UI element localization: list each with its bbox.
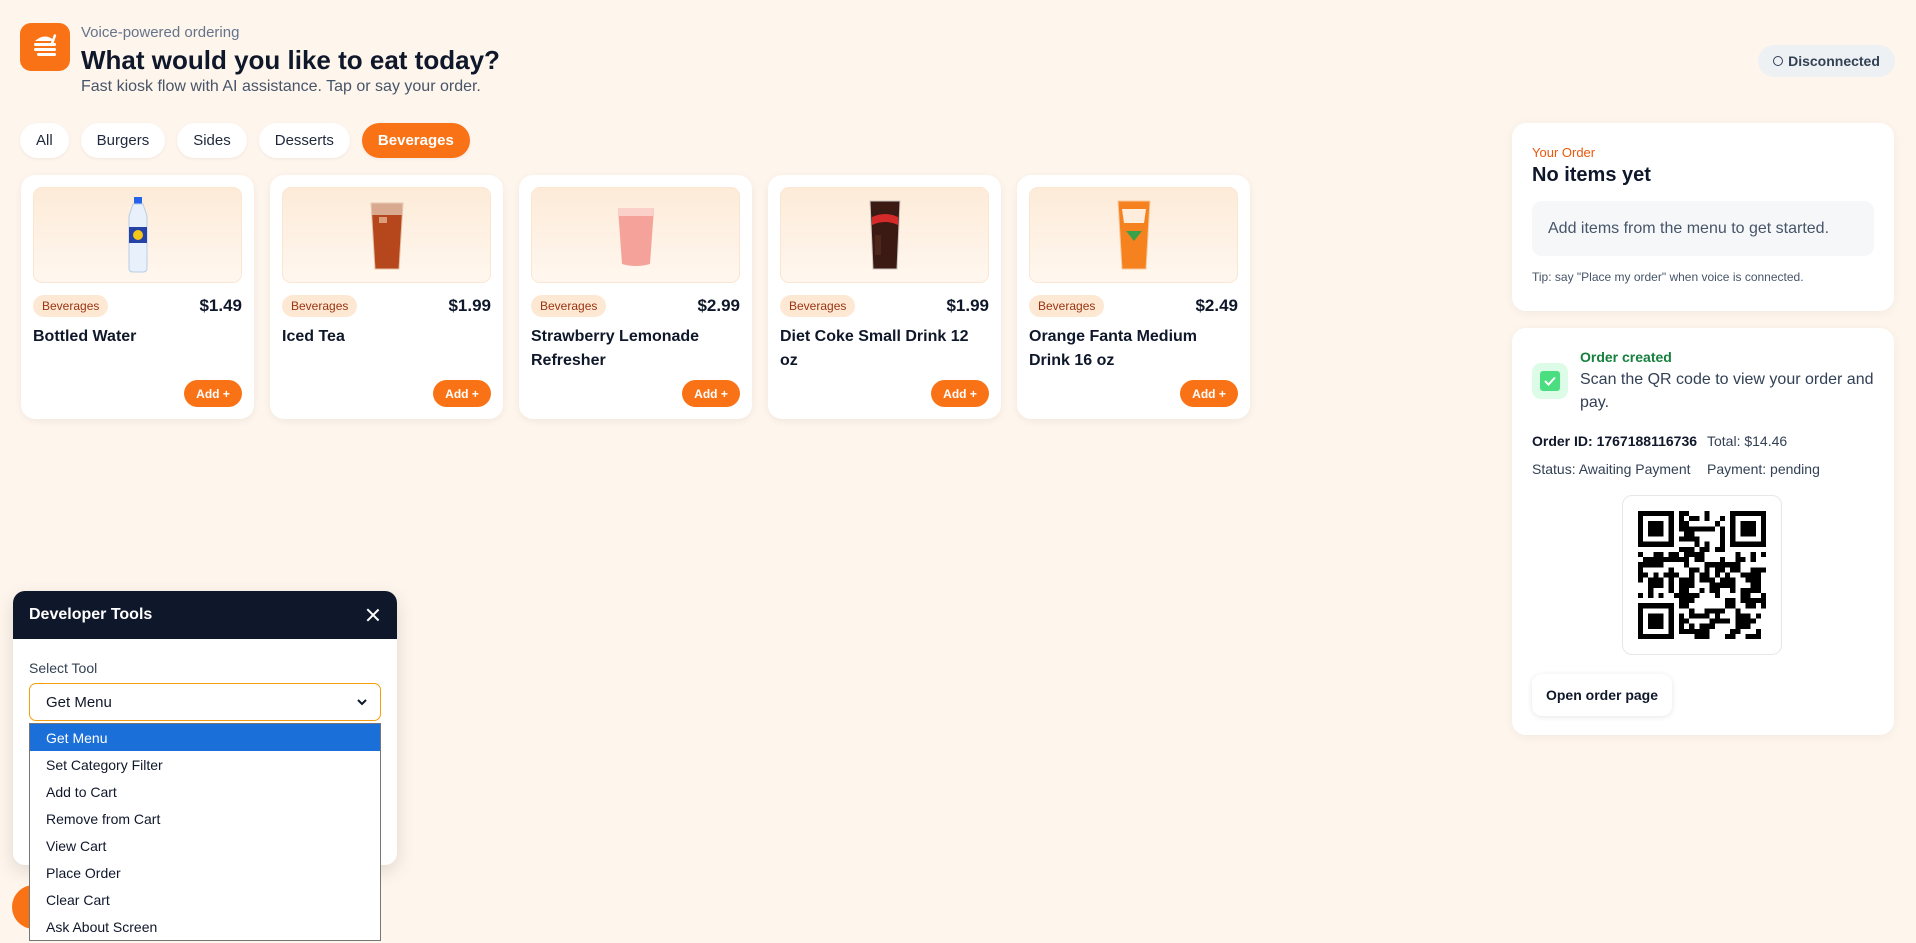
- lemonade-cup-icon: [617, 208, 654, 266]
- menu-item-card[interactable]: Beverages $2.49 Orange Fanta Medium Drin…: [1017, 175, 1250, 419]
- tool-options-list: Get Menu Set Category Filter Add to Cart…: [29, 723, 381, 941]
- chevron-down-icon: [357, 699, 367, 706]
- tool-option[interactable]: View Cart: [30, 832, 380, 859]
- menu-item-card[interactable]: Beverages $1.99 Iced Tea Add +: [270, 175, 503, 419]
- page-description: Fast kiosk flow with AI assistance. Tap …: [81, 78, 481, 95]
- order-id: Order ID: 1767188116736: [1532, 433, 1697, 449]
- category-badge: Beverages: [282, 295, 358, 317]
- menu-item-card[interactable]: Beverages $1.49 Bottled Water Add +: [21, 175, 254, 419]
- category-badge: Beverages: [33, 295, 109, 317]
- developer-tools-header: Developer Tools: [13, 591, 397, 639]
- developer-tools-title: Developer Tools: [29, 606, 153, 623]
- developer-tools-panel: Developer Tools Select Tool Get Menu Get…: [13, 591, 397, 941]
- order-id-value: 1767188116736: [1596, 433, 1698, 449]
- category-tab-burgers[interactable]: Burgers: [80, 123, 166, 158]
- close-icon[interactable]: [365, 607, 381, 623]
- add-to-cart-button[interactable]: Add +: [433, 380, 491, 407]
- payment-status: Payment: pending: [1707, 461, 1820, 477]
- iced-tea-glass-icon: [369, 202, 404, 270]
- order-total-value: $14.46: [1744, 433, 1788, 449]
- order-id-label: Order ID:: [1532, 433, 1593, 449]
- category-tab-desserts[interactable]: Desserts: [258, 123, 350, 158]
- menu-item-card[interactable]: Beverages $2.99 Strawberry Lemonade Refr…: [519, 175, 752, 419]
- item-name: Diet Coke Small Drink 12 oz: [780, 328, 969, 369]
- add-to-cart-button[interactable]: Add +: [184, 380, 242, 407]
- connection-status-badge[interactable]: Disconnected: [1758, 45, 1895, 77]
- payment-status-value: pending: [1770, 461, 1820, 477]
- add-to-cart-button[interactable]: Add +: [1180, 380, 1238, 407]
- category-tab-beverages[interactable]: Beverages: [361, 123, 470, 158]
- item-name: Iced Tea: [282, 328, 345, 345]
- qr-code-icon: [1638, 511, 1766, 639]
- order-kicker: Your Order: [1532, 145, 1596, 160]
- menu-item-card[interactable]: Beverages $1.99 Diet Coke Small Drink 12…: [768, 175, 1001, 419]
- voice-tip: Tip: say "Place my order" when voice is …: [1532, 270, 1804, 284]
- item-name: Orange Fanta Medium Drink 16 oz: [1029, 328, 1198, 369]
- select-tool-label: Select Tool: [29, 660, 98, 676]
- food-tray-icon: [34, 34, 57, 56]
- app-logo: [20, 23, 70, 71]
- order-status-value: Awaiting Payment: [1578, 461, 1691, 477]
- tool-option[interactable]: Place Order: [30, 859, 380, 886]
- item-name: Bottled Water: [33, 328, 137, 345]
- item-price: $1.49: [199, 296, 242, 315]
- water-bottle-icon: [128, 197, 147, 273]
- tool-option[interactable]: Clear Cart: [30, 886, 380, 913]
- cola-glass-icon: [868, 200, 901, 270]
- category-tab-sides[interactable]: Sides: [177, 123, 247, 158]
- order-created-label: Order created: [1580, 349, 1672, 365]
- status-circle-icon: [1773, 56, 1784, 66]
- category-badge: Beverages: [531, 295, 607, 317]
- tool-select-value: Get Menu: [46, 693, 112, 711]
- orange-soda-glass-icon: [1116, 200, 1151, 270]
- order-heading: No items yet: [1532, 164, 1651, 186]
- app-subtitle: Voice-powered ordering: [81, 24, 240, 41]
- menu-grid: Beverages $1.49 Bottled Water Add + Beve…: [21, 175, 1250, 419]
- connection-status-label: Disconnected: [1788, 53, 1880, 69]
- category-filter: All Burgers Sides Desserts Beverages: [20, 123, 470, 158]
- order-total-label: Total:: [1707, 433, 1741, 449]
- tool-option[interactable]: Ask About Screen: [30, 913, 380, 940]
- tool-option[interactable]: Get Menu: [30, 724, 380, 751]
- item-price: $2.99: [697, 296, 740, 315]
- menu-item-image: [282, 187, 491, 283]
- item-price: $2.49: [1195, 296, 1238, 315]
- category-badge: Beverages: [780, 295, 856, 317]
- menu-item-image: [1029, 187, 1238, 283]
- payment-status-label: Payment:: [1707, 461, 1767, 477]
- order-created-panel: Order created Scan the QR code to view y…: [1512, 328, 1894, 735]
- order-created-message: Scan the QR code to view your order and …: [1580, 371, 1874, 411]
- order-status: Status: Awaiting Payment: [1532, 461, 1691, 477]
- add-to-cart-button[interactable]: Add +: [931, 380, 989, 407]
- order-summary-panel: Your Order No items yet Add items from t…: [1512, 123, 1894, 311]
- order-qr-code: [1622, 495, 1782, 655]
- item-price: $1.99: [448, 296, 491, 315]
- item-price: $1.99: [946, 296, 989, 315]
- tool-option[interactable]: Remove from Cart: [30, 805, 380, 832]
- menu-item-image: [531, 187, 740, 283]
- category-badge: Beverages: [1029, 295, 1105, 317]
- item-name: Strawberry Lemonade Refresher: [531, 328, 700, 369]
- add-to-cart-button[interactable]: Add +: [682, 380, 740, 407]
- checkbox-checked-icon: [1532, 363, 1568, 399]
- page-title: What would you like to eat today?: [81, 45, 500, 75]
- menu-item-image: [33, 187, 242, 283]
- tool-select[interactable]: Get Menu: [29, 683, 381, 721]
- order-status-label: Status:: [1532, 461, 1576, 477]
- open-order-page-button[interactable]: Open order page: [1532, 674, 1672, 716]
- empty-cart-message: Add items from the menu to get started.: [1532, 201, 1874, 256]
- category-tab-all[interactable]: All: [20, 123, 69, 158]
- tool-option[interactable]: Add to Cart: [30, 778, 380, 805]
- menu-item-image: [780, 187, 989, 283]
- tool-option[interactable]: Set Category Filter: [30, 751, 380, 778]
- order-total: Total: $14.46: [1707, 433, 1787, 449]
